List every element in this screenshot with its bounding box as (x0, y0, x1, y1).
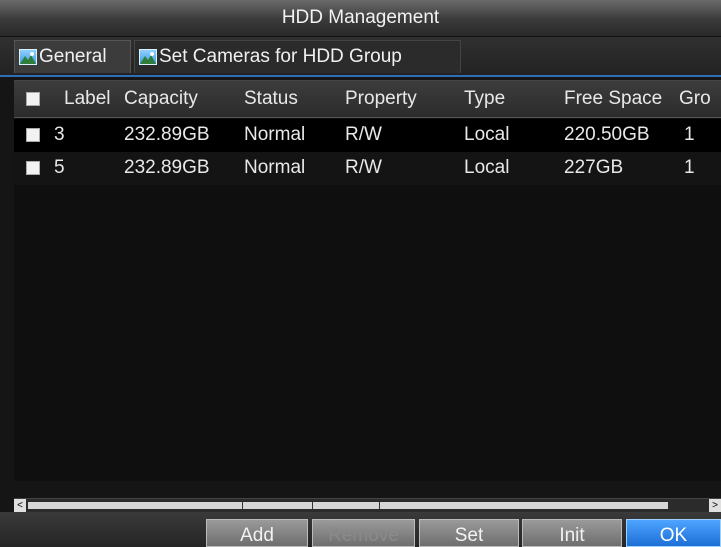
tab-strip: General Set Cameras for HDD Group (0, 37, 721, 77)
tab-set-cameras-for-hdd-group[interactable]: Set Cameras for HDD Group (134, 40, 461, 73)
row-checkbox[interactable] (26, 161, 40, 175)
button-bar: Add Remove Set Init OK (0, 512, 721, 547)
tab-set-cameras-label: Set Cameras for HDD Group (159, 46, 402, 67)
landscape-icon (139, 49, 157, 65)
cell-type: Local (464, 157, 510, 178)
cell-group: 1 (684, 124, 695, 145)
table-row[interactable]: 5 232.89GB Normal R/W Local 227GB 1 (14, 152, 721, 185)
horizontal-scrollbar[interactable]: < > (14, 498, 721, 513)
column-header-status[interactable]: Status (244, 81, 340, 117)
landscape-icon (19, 49, 37, 65)
ok-button[interactable]: OK (626, 519, 721, 547)
table-row[interactable]: 3 232.89GB Normal R/W Local 220.50GB 1 (14, 119, 721, 152)
column-header-label[interactable]: Label (64, 81, 120, 117)
remove-button[interactable]: Remove (312, 519, 415, 547)
scroll-right-arrow[interactable]: > (709, 499, 721, 513)
cell-capacity: 232.89GB (124, 124, 210, 145)
hdd-management-window: HDD Management General Set Cameras for H… (0, 0, 721, 547)
cell-capacity: 232.89GB (124, 157, 210, 178)
scroll-tick (242, 502, 243, 509)
cell-property: R/W (345, 124, 382, 145)
set-button[interactable]: Set (419, 519, 519, 547)
cell-free-space: 227GB (564, 157, 624, 178)
scroll-tick (312, 502, 313, 509)
cell-status: Normal (244, 124, 306, 145)
scroll-left-arrow[interactable]: < (14, 499, 26, 513)
table-header: Label Capacity Status Property Type Free… (14, 81, 721, 118)
cell-label: 5 (54, 157, 65, 178)
cell-property: R/W (345, 157, 382, 178)
add-button[interactable]: Add (206, 519, 308, 547)
column-header-property[interactable]: Property (345, 81, 457, 117)
tab-general[interactable]: General (14, 40, 131, 73)
hdd-table: Label Capacity Status Property Type Free… (14, 80, 721, 481)
title-bar: HDD Management (0, 0, 721, 37)
cell-label: 3 (54, 124, 65, 145)
cell-group: 1 (684, 157, 695, 178)
init-button[interactable]: Init (522, 519, 622, 547)
cell-status: Normal (244, 157, 306, 178)
scrollbar-track[interactable] (28, 502, 668, 509)
tab-general-label: General (39, 46, 107, 67)
column-header-group[interactable]: Gro (679, 81, 721, 117)
scroll-tick (379, 502, 380, 509)
cell-free-space: 220.50GB (564, 124, 650, 145)
column-header-capacity[interactable]: Capacity (124, 81, 240, 117)
column-header-free-space[interactable]: Free Space (564, 81, 677, 117)
row-checkbox[interactable] (26, 128, 40, 142)
select-all-checkbox[interactable] (26, 92, 40, 106)
window-title: HDD Management (281, 7, 440, 28)
cell-type: Local (464, 124, 510, 145)
column-header-type[interactable]: Type (464, 81, 560, 117)
